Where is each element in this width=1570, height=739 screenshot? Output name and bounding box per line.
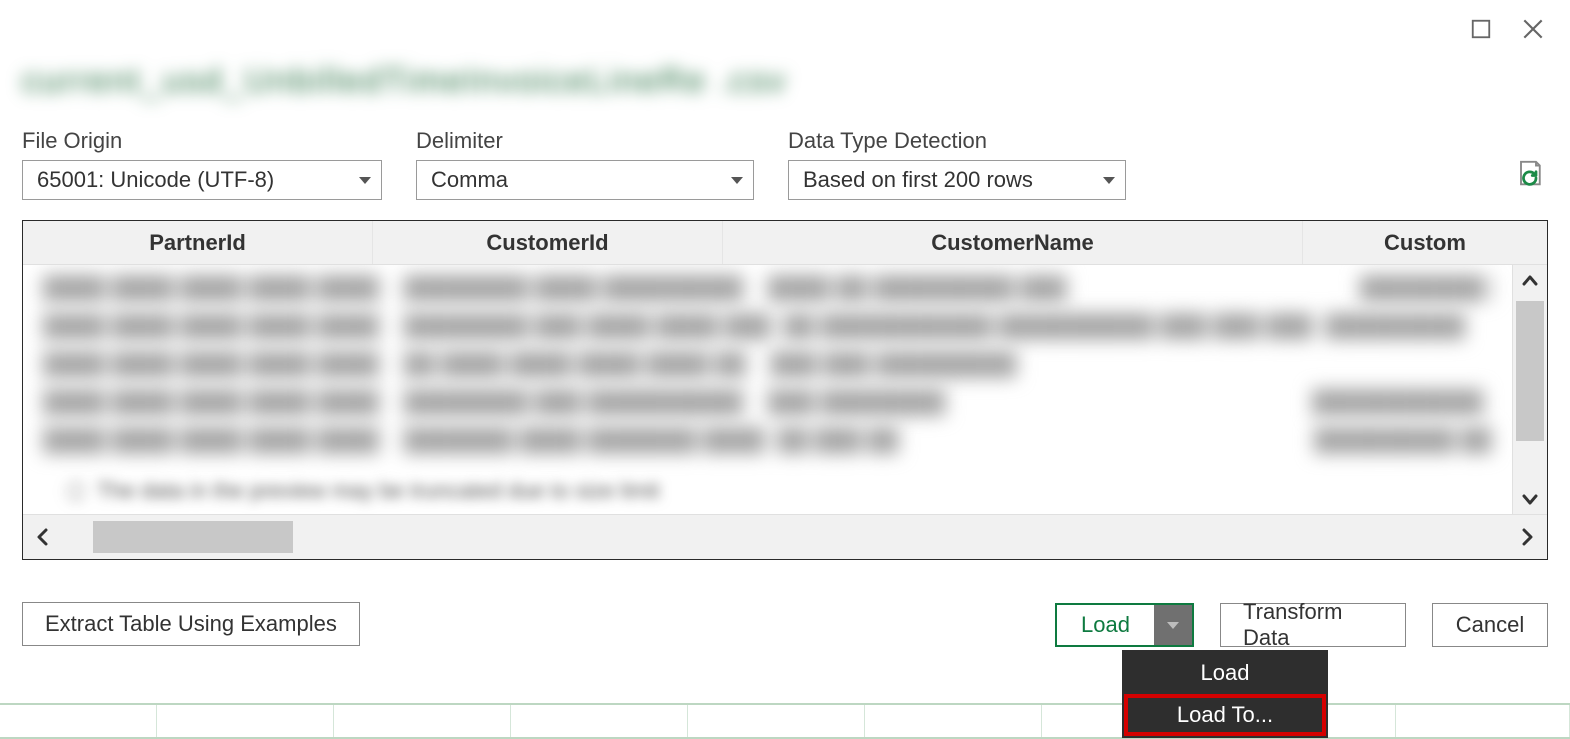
vertical-scrollbar[interactable] bbox=[1512, 265, 1547, 515]
preview-info-text: The data in the preview may be truncated… bbox=[97, 478, 660, 504]
table-row: ████ ████ ████ ████ ████ ███████ ████ ██… bbox=[43, 427, 1493, 465]
refresh-wrap bbox=[1514, 128, 1548, 190]
table-row: ████ ████ ████ ████ ████ ████████ ████ █… bbox=[43, 275, 1493, 313]
delimiter-value: Comma bbox=[431, 167, 508, 193]
file-origin-select[interactable]: 65001: Unicode (UTF-8) bbox=[22, 160, 382, 200]
bottom-bar: Extract Table Using Examples Load Transf… bbox=[22, 602, 1548, 648]
close-icon[interactable] bbox=[1518, 14, 1548, 44]
table-row: ████ ████ ████ ████ ████ ████████ ███ ██… bbox=[43, 313, 1493, 351]
csv-import-dialog: current_usd_UnbilledTimeInvoiceLineRe .c… bbox=[16, 0, 1554, 691]
file-origin-label: File Origin bbox=[22, 128, 382, 154]
scroll-up-icon[interactable] bbox=[1520, 271, 1540, 291]
col-customername[interactable]: CustomerName bbox=[723, 221, 1303, 264]
window-controls bbox=[1466, 14, 1548, 44]
scroll-down-icon[interactable] bbox=[1520, 489, 1540, 509]
chevron-down-icon bbox=[731, 177, 743, 184]
table-row: ████ ████ ████ ████ ████ ████████ ███ ██… bbox=[43, 389, 1493, 427]
chevron-down-icon bbox=[1103, 177, 1115, 184]
horizontal-scrollbar[interactable] bbox=[23, 514, 1547, 559]
spreadsheet-grid-background bbox=[0, 703, 1570, 739]
delimiter-select[interactable]: Comma bbox=[416, 160, 754, 200]
load-dropdown-menu: Load Load To... bbox=[1122, 650, 1328, 738]
delimiter-label: Delimiter bbox=[416, 128, 754, 154]
table-row: ████ ████ ████ ████ ████ ██ ████ ████ ██… bbox=[43, 351, 1493, 389]
chevron-down-icon bbox=[359, 177, 371, 184]
maximize-icon[interactable] bbox=[1466, 14, 1496, 44]
cancel-button[interactable]: Cancel bbox=[1432, 603, 1548, 647]
refresh-icon[interactable] bbox=[1514, 156, 1548, 190]
scroll-thumb[interactable] bbox=[1516, 301, 1544, 441]
load-button-group: Load bbox=[1055, 603, 1194, 647]
col-custom[interactable]: Custom bbox=[1303, 221, 1547, 264]
extract-button[interactable]: Extract Table Using Examples bbox=[22, 602, 360, 646]
detection-label: Data Type Detection bbox=[788, 128, 1126, 154]
load-dropdown-toggle[interactable] bbox=[1154, 603, 1194, 647]
detection-value: Based on first 200 rows bbox=[803, 167, 1033, 193]
detection-select[interactable]: Based on first 200 rows bbox=[788, 160, 1126, 200]
preview-table: PartnerId CustomerId CustomerName Custom… bbox=[22, 220, 1548, 560]
transform-button[interactable]: Transform Data bbox=[1220, 603, 1406, 647]
menu-load-to[interactable]: Load To... bbox=[1124, 694, 1326, 736]
preview-info: ⓘ The data in the preview may be truncat… bbox=[65, 475, 660, 507]
scroll-thumb[interactable] bbox=[93, 521, 293, 553]
file-title: current_usd_UnbilledTimeInvoiceLineRe .c… bbox=[22, 62, 787, 101]
load-button[interactable]: Load bbox=[1055, 603, 1154, 647]
detection-group: Data Type Detection Based on first 200 r… bbox=[788, 128, 1126, 200]
delimiter-group: Delimiter Comma bbox=[416, 128, 754, 200]
scroll-right-icon[interactable] bbox=[1517, 527, 1537, 547]
options-row: File Origin 65001: Unicode (UTF-8) Delim… bbox=[22, 128, 1548, 200]
chevron-down-icon bbox=[1167, 622, 1179, 629]
col-partnerid[interactable]: PartnerId bbox=[23, 221, 373, 264]
preview-header: PartnerId CustomerId CustomerName Custom bbox=[23, 221, 1547, 265]
file-origin-group: File Origin 65001: Unicode (UTF-8) bbox=[22, 128, 382, 200]
menu-load[interactable]: Load bbox=[1124, 652, 1326, 694]
info-icon: ⓘ bbox=[65, 475, 87, 507]
file-origin-value: 65001: Unicode (UTF-8) bbox=[37, 167, 274, 193]
scroll-left-icon[interactable] bbox=[33, 527, 53, 547]
col-customerid[interactable]: CustomerId bbox=[373, 221, 723, 264]
